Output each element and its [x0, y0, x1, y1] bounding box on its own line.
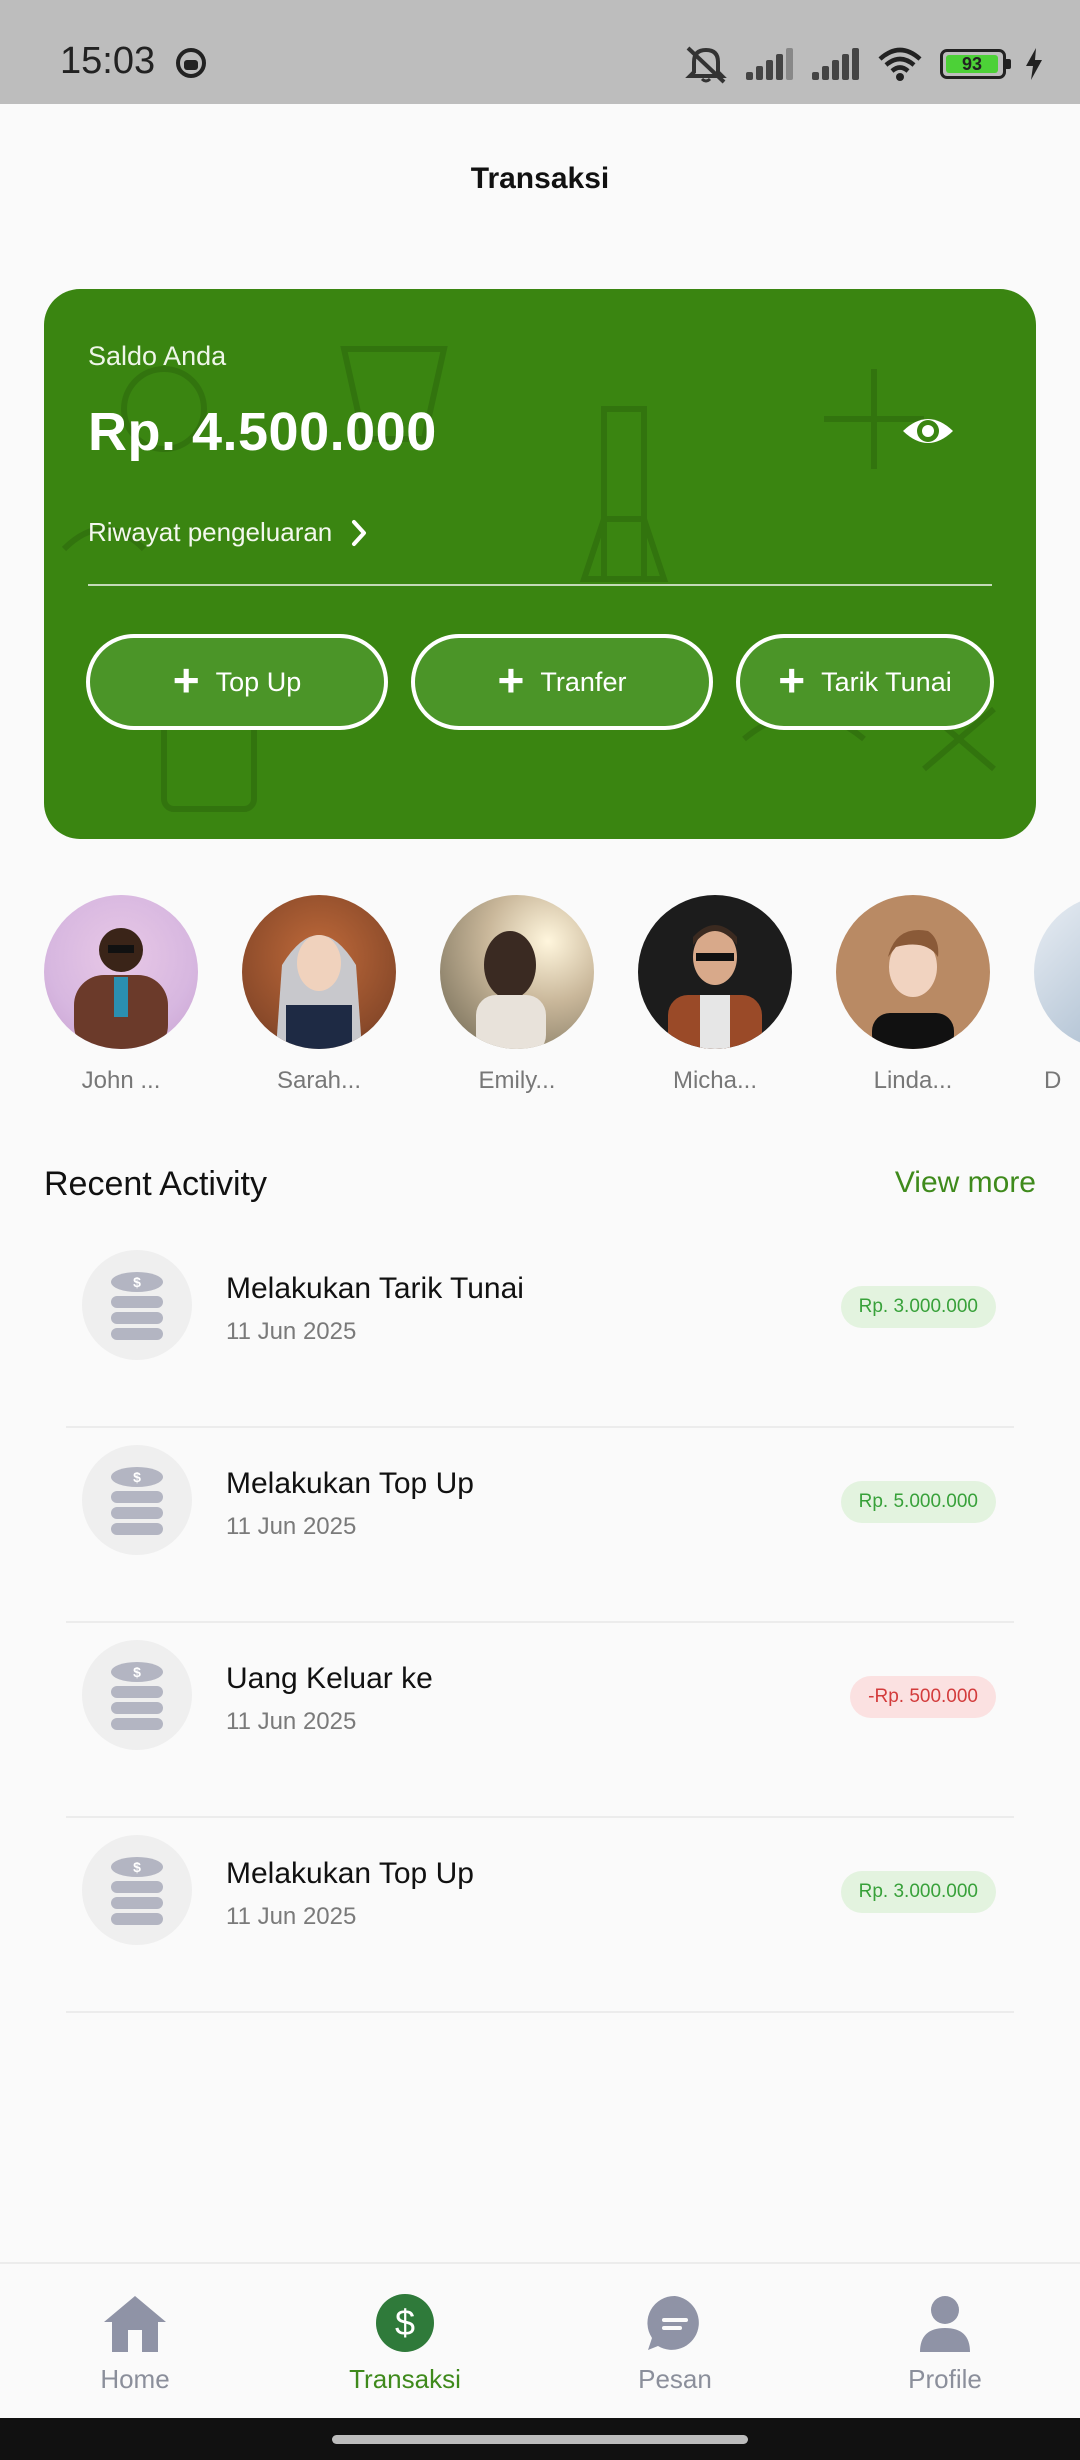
- app-notification-icon: [176, 48, 206, 78]
- coins-icon: $: [82, 1640, 192, 1750]
- avatar: [44, 895, 198, 1049]
- wifi-icon: [878, 47, 922, 81]
- nav-transaksi[interactable]: $ Transaksi: [305, 2292, 505, 2395]
- battery-icon: 93: [940, 49, 1011, 79]
- signal-icon-2: [812, 48, 860, 80]
- activity-amount-badge: -Rp. 500.000: [850, 1676, 996, 1718]
- coins-icon: $: [82, 1835, 192, 1945]
- activity-amount-badge: Rp. 3.000.000: [840, 1286, 996, 1328]
- transfer-button[interactable]: + Tranfer: [411, 634, 713, 730]
- nav-pesan-label: Pesan: [638, 2364, 712, 2394]
- contact-item[interactable]: Linda...: [836, 895, 990, 1095]
- contacts-carousel[interactable]: John ... Sarah... Emily... Micha... Lind…: [44, 895, 1080, 1105]
- activity-title: Melakukan Top Up: [226, 1857, 474, 1890]
- activity-row[interactable]: $ Melakukan Top Up 11 Jun 2025 Rp. 3.000…: [66, 1817, 1014, 2013]
- withdraw-label: Tarik Tunai: [821, 666, 952, 697]
- activity-row[interactable]: $ Melakukan Tarik Tunai 11 Jun 2025 Rp. …: [66, 1232, 1014, 1428]
- balance-label: Saldo Anda: [88, 341, 227, 371]
- avatar: [242, 895, 396, 1049]
- mute-icon: [685, 46, 727, 84]
- svg-text:$: $: [133, 1274, 141, 1290]
- contact-name: Emily...: [478, 1067, 556, 1094]
- eye-icon[interactable]: [900, 403, 956, 459]
- nav-home-label: Home: [100, 2364, 170, 2394]
- home-icon: [104, 2296, 166, 2352]
- activity-row[interactable]: $ Uang Keluar ke 11 Jun 2025 -Rp. 500.00…: [66, 1622, 1014, 1818]
- svg-text:$: $: [133, 1469, 141, 1485]
- plus-icon: +: [497, 654, 525, 706]
- nav-profile-label: Profile: [908, 2364, 982, 2394]
- plus-icon: +: [778, 654, 806, 706]
- activity-amount-badge: Rp. 3.000.000: [840, 1871, 996, 1913]
- avatar: [836, 895, 990, 1049]
- nav-home[interactable]: Home: [35, 2292, 235, 2395]
- dollar-icon: $: [376, 2294, 434, 2352]
- activity-title: Uang Keluar ke: [226, 1662, 433, 1695]
- withdraw-button[interactable]: + Tarik Tunai: [736, 634, 994, 730]
- balance-card: Saldo Anda Rp. 4.500.000 Riwayat pengelu…: [44, 289, 1036, 839]
- contact-name: D: [1044, 1067, 1062, 1094]
- transfer-label: Tranfer: [540, 666, 627, 697]
- charging-icon: [1026, 48, 1042, 80]
- contact-item[interactable]: Sarah...: [242, 895, 396, 1095]
- person-icon: [920, 2296, 970, 2352]
- page-title: Transaksi: [470, 162, 610, 195]
- contact-item[interactable]: Emily...: [440, 895, 594, 1095]
- avatar: [1034, 895, 1080, 1049]
- contact-name: Sarah...: [276, 1067, 362, 1094]
- contact-name: Linda...: [873, 1067, 953, 1094]
- spending-history-link[interactable]: Riwayat pengeluaran: [88, 517, 368, 548]
- activity-amount-badge: Rp. 5.000.000: [840, 1481, 996, 1523]
- activity-title: Melakukan Top Up: [226, 1467, 474, 1500]
- status-icons: 93: [684, 44, 1044, 84]
- view-more-link[interactable]: View more: [895, 1166, 1036, 1200]
- activity-date: 11 Jun 2025: [226, 1708, 357, 1735]
- avatar: [638, 895, 792, 1049]
- nav-pesan[interactable]: Pesan: [575, 2292, 775, 2395]
- nav-profile[interactable]: Profile: [845, 2292, 1045, 2395]
- signal-icon-1: [746, 48, 794, 80]
- chevron-right-icon: [352, 519, 367, 546]
- top-up-label: Top Up: [215, 666, 302, 697]
- svg-text:$: $: [395, 2302, 415, 2343]
- activity-date: 11 Jun 2025: [226, 1903, 357, 1930]
- home-indicator[interactable]: [332, 2435, 748, 2444]
- bottom-navigation: Home $ Transaksi Pesan Profile: [0, 2262, 1080, 2418]
- chat-icon: [647, 2295, 699, 2350]
- card-divider: [88, 584, 992, 586]
- activity-date: 11 Jun 2025: [226, 1513, 357, 1540]
- system-gesture-bar: [0, 2418, 1080, 2460]
- status-time: 15:03: [60, 40, 156, 82]
- contact-name: John ...: [81, 1067, 161, 1094]
- coins-icon: $: [82, 1445, 192, 1555]
- contact-item[interactable]: John ...: [44, 895, 198, 1095]
- contact-item[interactable]: D: [1034, 895, 1080, 1095]
- avatar: [440, 895, 594, 1049]
- plus-icon: +: [172, 654, 200, 706]
- contact-item[interactable]: Micha...: [638, 895, 792, 1095]
- spending-history-label: Riwayat pengeluaran: [88, 517, 333, 547]
- top-up-button[interactable]: + Top Up: [86, 634, 388, 730]
- svg-text:$: $: [133, 1664, 141, 1680]
- nav-transaksi-label: Transaksi: [349, 2364, 461, 2394]
- activity-date: 11 Jun 2025: [226, 1318, 357, 1345]
- coins-icon: $: [82, 1250, 192, 1360]
- activity-title: Melakukan Tarik Tunai: [226, 1272, 524, 1305]
- contact-name: Micha...: [672, 1067, 758, 1094]
- activity-row[interactable]: $ Melakukan Top Up 11 Jun 2025 Rp. 5.000…: [66, 1427, 1014, 1623]
- balance-amount: Rp. 4.500.000: [88, 402, 437, 462]
- recent-activity-title: Recent Activity: [44, 1165, 267, 1203]
- battery-level: 93: [946, 55, 998, 73]
- status-bar: 15:03 93: [0, 0, 1080, 104]
- svg-text:$: $: [133, 1859, 141, 1875]
